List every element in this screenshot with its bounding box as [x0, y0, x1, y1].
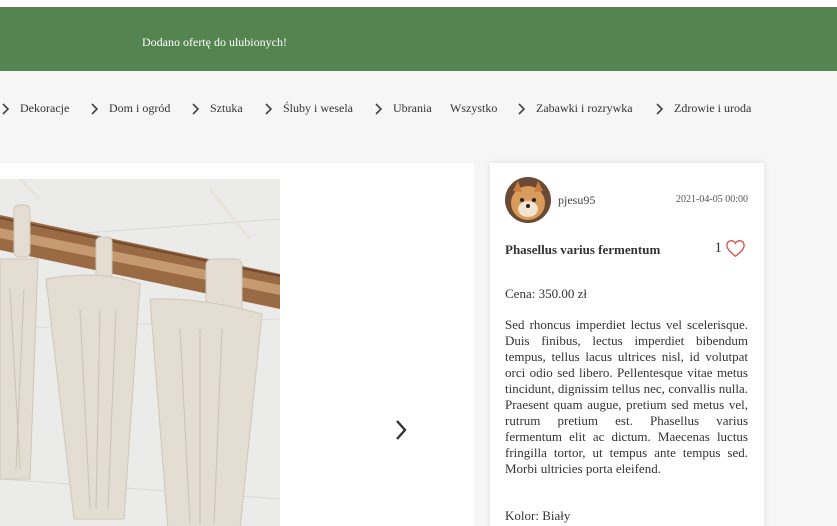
category-nav: Dekoracje Dom i ogród Sztuka Śluby i wes… [0, 101, 837, 119]
like-count: 1 [714, 240, 723, 256]
offer-date: 2021-04-05 00:00 [676, 194, 748, 205]
notification-message: Dodano ofertę do ulubionych! [142, 35, 287, 49]
category-dekoracje[interactable]: Dekoracje [0, 101, 69, 116]
category-label: Dom i ogród [109, 101, 171, 115]
category-label: Sztuka [210, 101, 243, 115]
top-strip [0, 0, 837, 7]
chevron-right-icon [2, 102, 10, 115]
category-label: Wszystko [450, 101, 498, 115]
offer-title: Phasellus varius fermentum [505, 242, 661, 257]
chevron-right-icon[interactable] [392, 417, 410, 443]
category-ubrania[interactable]: Ubrania [373, 101, 432, 116]
category-wszystko[interactable]: Wszystko [450, 101, 497, 116]
chevron-right-icon [265, 102, 273, 115]
chevron-right-icon [375, 102, 383, 115]
category-label: Zdrowie i uroda [674, 101, 752, 115]
chevron-right-icon [192, 102, 200, 115]
image-gallery [0, 163, 474, 526]
chevron-right-icon [91, 102, 99, 115]
offer-card: pjesu95 2021-04-05 00:00 Phasellus variu… [490, 163, 764, 526]
offer-price: Cena: 350.00 zł [505, 286, 587, 301]
category-label: Śluby i wesela [283, 101, 353, 115]
offer-description: Sed rhoncus imperdiet lectus vel sceleri… [505, 317, 748, 476]
avatar[interactable] [505, 177, 551, 223]
like-button[interactable]: 1 [715, 239, 747, 258]
chevron-right-icon [656, 102, 664, 115]
chevron-right-icon [518, 102, 526, 115]
category-zdrowie-i-uroda[interactable]: Zdrowie i uroda [654, 101, 751, 116]
category-dom-i-ogrod[interactable]: Dom i ogród [89, 101, 170, 116]
seller-username[interactable]: pjesu95 [558, 193, 595, 208]
notification-banner: Dodano ofertę do ulubionych! [0, 7, 837, 71]
category-label: Zabawki i rozrywka [536, 101, 633, 115]
category-label: Dekoracje [20, 101, 70, 115]
category-sztuka[interactable]: Sztuka [190, 101, 243, 116]
category-label: Ubrania [393, 101, 432, 115]
category-zabawki-i-rozrywka[interactable]: Zabawki i rozrywka [516, 101, 633, 116]
category-sluby-i-wesela[interactable]: Śluby i wesela [263, 101, 353, 116]
product-photo [0, 179, 280, 526]
heart-outline-icon [726, 240, 745, 258]
offer-color: Kolor: Biały [505, 508, 571, 523]
